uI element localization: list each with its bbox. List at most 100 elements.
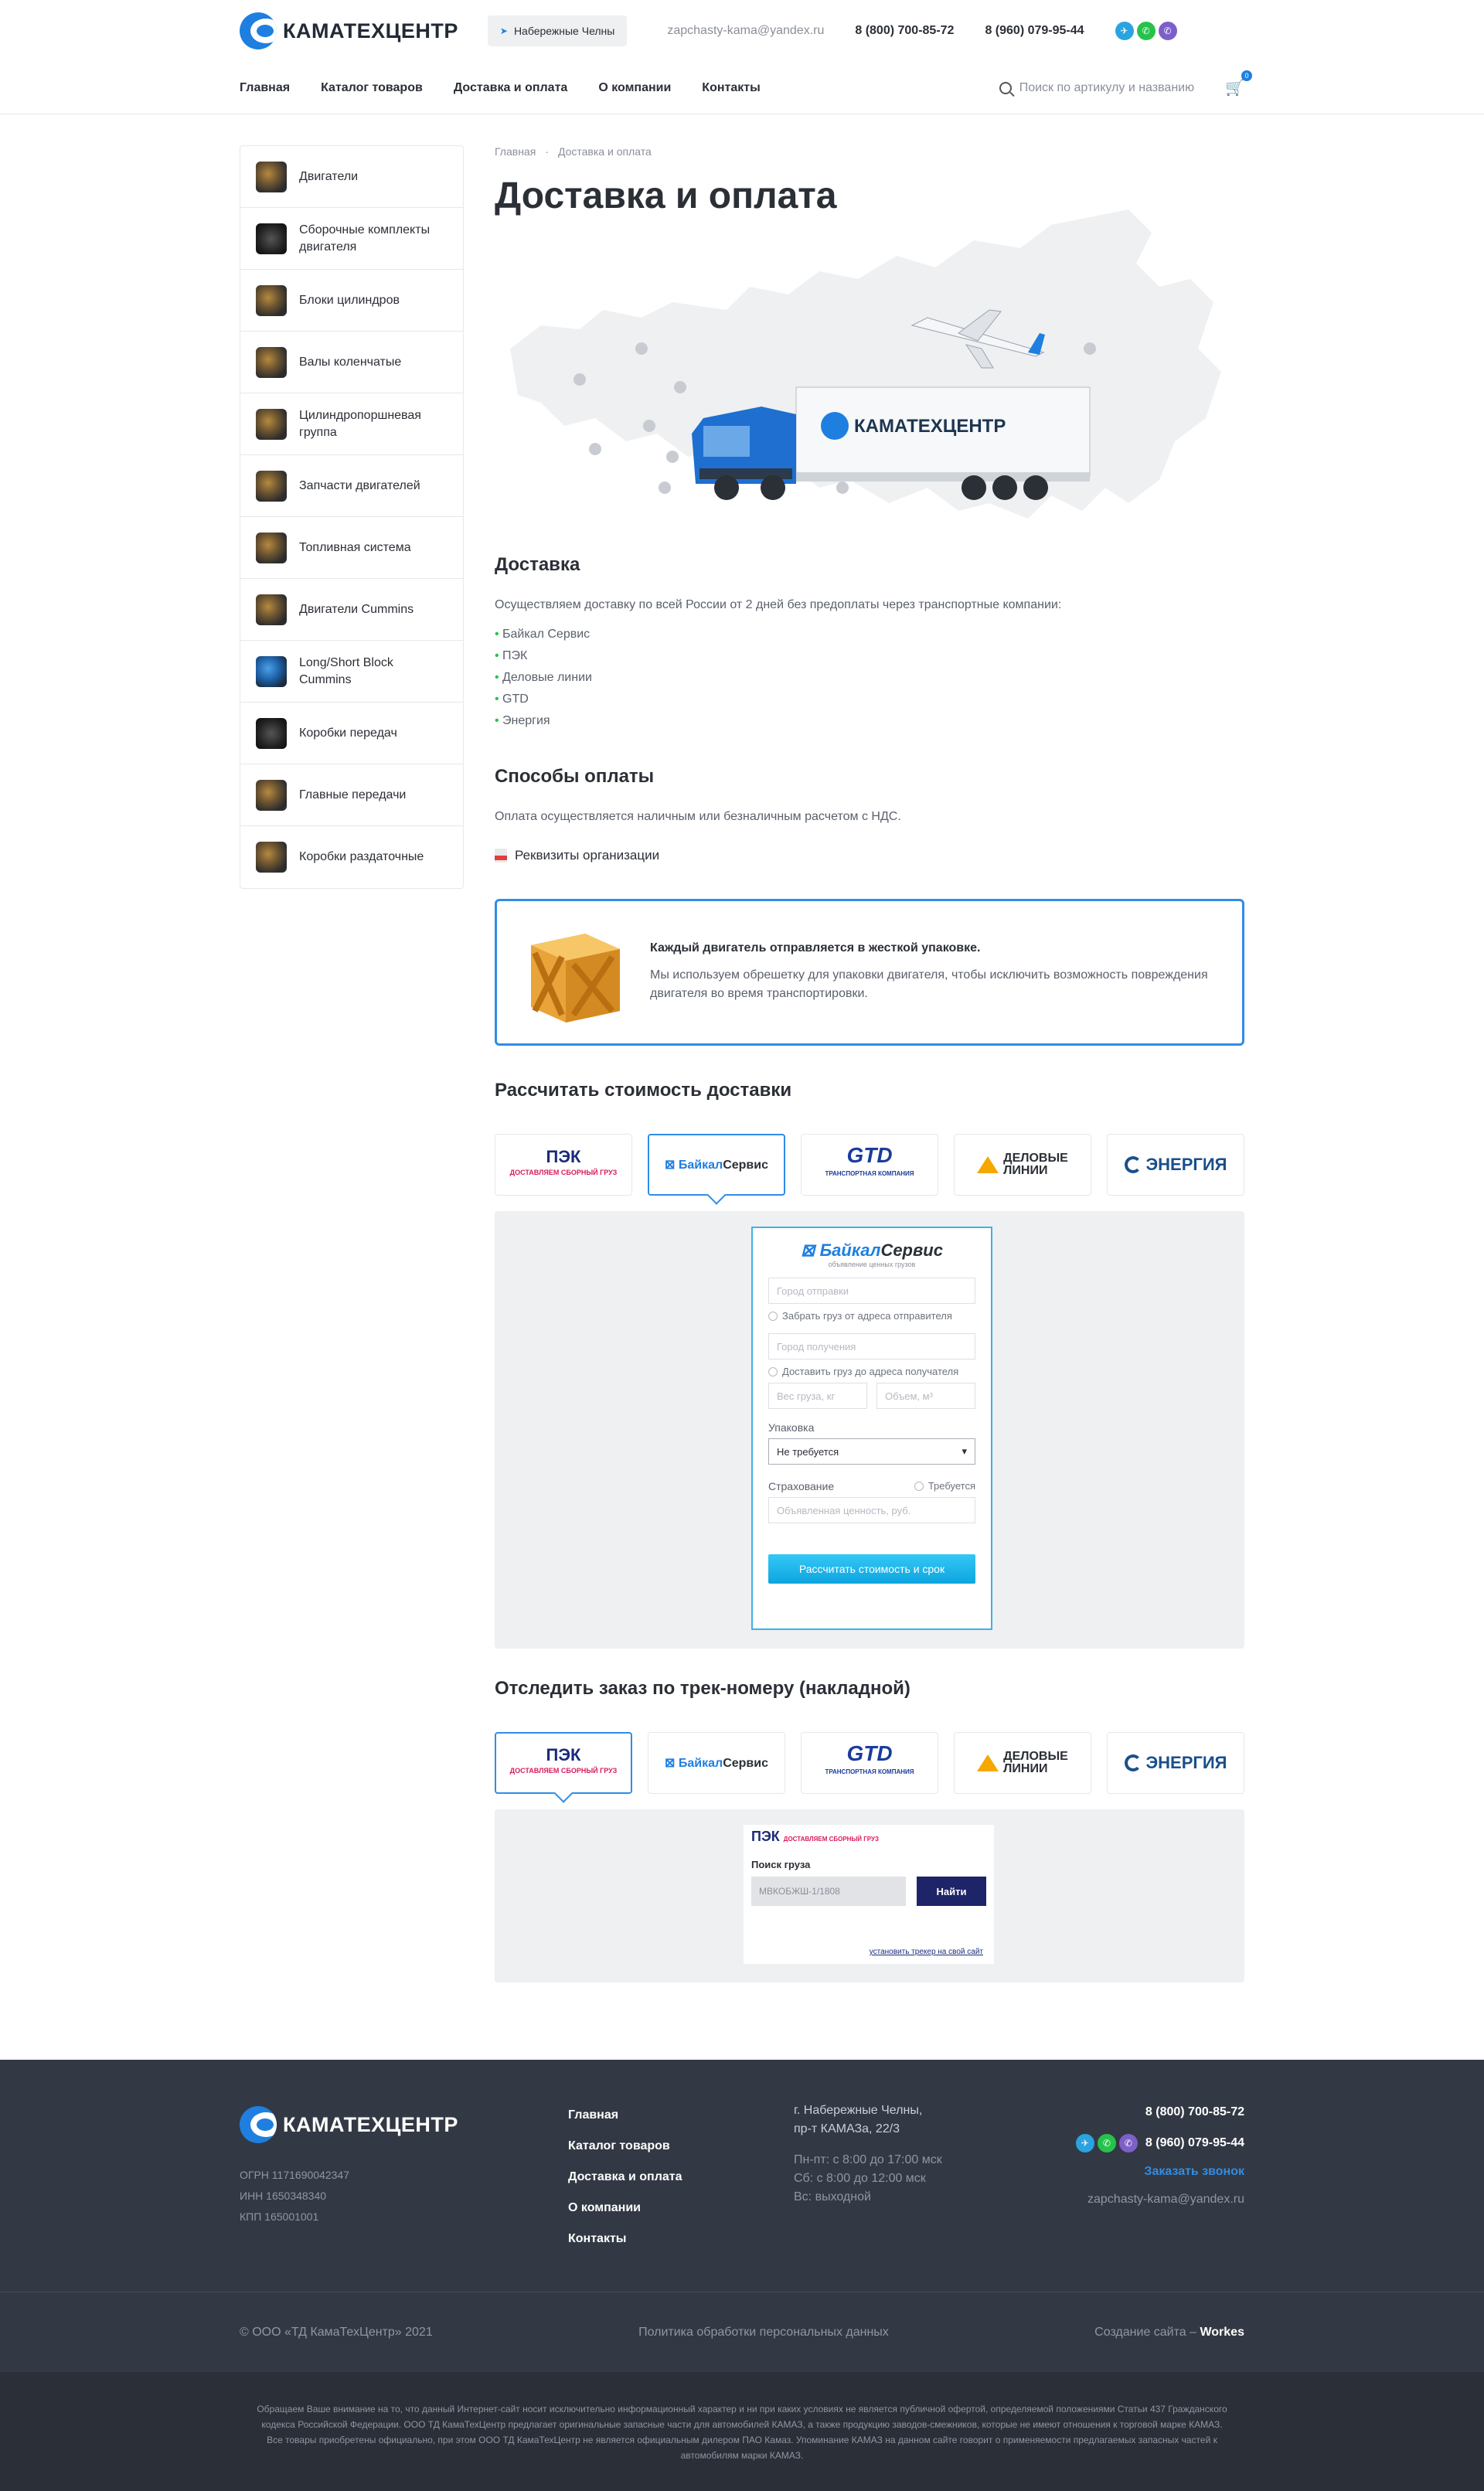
list-item: Деловые линии bbox=[495, 667, 1244, 689]
footer-phone-1[interactable]: 8 (800) 700-85-72 bbox=[1145, 2105, 1244, 2118]
viber-icon[interactable]: ✆ bbox=[1158, 22, 1177, 40]
insurance-label: Страхование bbox=[768, 1480, 835, 1492]
delovye-linii-logo: ДЕЛОВЫЕ ЛИНИИ bbox=[977, 1152, 1068, 1177]
tab-pek[interactable]: ПЭК ДОСТАВЛЯЕМ СБОРНЫЙ ГРУЗ bbox=[495, 1732, 632, 1794]
sidebar-item-gearboxes[interactable]: Коробки передач bbox=[240, 703, 463, 764]
tab-delovye-linii[interactable]: ДЕЛОВЫЕ ЛИНИИ bbox=[954, 1134, 1091, 1196]
packaging-text-block: Каждый двигатель отправляется в жесткой … bbox=[650, 941, 1224, 1003]
declared-value-input[interactable]: Объявленная ценность, руб. bbox=[768, 1497, 975, 1523]
footer-logo[interactable]: КАМАТЕХЦЕНТР bbox=[240, 2106, 568, 2143]
track-carrier-tabs: ПЭК ДОСТАВЛЯЕМ СБОРНЫЙ ГРУЗ ⊠ БайкалСерви… bbox=[495, 1732, 1244, 1794]
search-icon[interactable] bbox=[999, 81, 1012, 94]
weight-input[interactable]: Вес груза, кг bbox=[768, 1383, 867, 1409]
volume-input[interactable]: Объем, м³ bbox=[876, 1383, 975, 1409]
nav-item-catalog[interactable]: Каталог товаров bbox=[321, 81, 423, 95]
list-item: Энергия bbox=[495, 710, 1244, 732]
site-logo[interactable]: КАМАТЕХЦЕНТР bbox=[240, 12, 458, 49]
location-arrow-icon: ➤ bbox=[499, 26, 508, 36]
tab-baikal[interactable]: ⊠ БайкалСервис bbox=[648, 1134, 785, 1196]
energia-logo: ЭНЕРГИЯ bbox=[1124, 1155, 1227, 1175]
city-selector[interactable]: ➤ Набережные Челны bbox=[487, 15, 628, 46]
callback-link[interactable]: Заказать звонок bbox=[1060, 2165, 1244, 2179]
tab-delovye-linii[interactable]: ДЕЛОВЫЕ ЛИНИИ bbox=[954, 1732, 1091, 1794]
sidebar-item-final-drives[interactable]: Главные передачи bbox=[240, 764, 463, 826]
sidebar-item-engine-kits[interactable]: Сборочные комплекты двигателя bbox=[240, 208, 463, 270]
footer-phone-2[interactable]: 8 (960) 079-95-44 bbox=[1145, 2132, 1244, 2154]
sidebar-item-engines[interactable]: Двигатели bbox=[240, 146, 463, 208]
install-tracker-link[interactable]: установить трекер на свой сайт bbox=[870, 1948, 983, 1956]
sidebar-item-crankshafts[interactable]: Валы коленчатые bbox=[240, 332, 463, 393]
sidebar-item-engine-parts[interactable]: Запчасти двигателей bbox=[240, 455, 463, 517]
hours-sunday: Вс: выходной bbox=[794, 2190, 871, 2203]
made-by-link[interactable]: Workes bbox=[1200, 2326, 1244, 2339]
checkbox-icon[interactable] bbox=[768, 1367, 778, 1377]
packing-select[interactable]: Не требуется ▾ bbox=[768, 1438, 975, 1465]
cart-button[interactable]: 🛒 0 bbox=[1225, 70, 1252, 97]
footer-link-catalog[interactable]: Каталог товаров bbox=[568, 2131, 794, 2162]
checkbox-icon[interactable] bbox=[914, 1482, 924, 1491]
to-city-input[interactable]: Город получения bbox=[768, 1333, 975, 1360]
insurance-checkbox[interactable]: Требуется bbox=[914, 1479, 975, 1494]
header-phone-1[interactable]: 8 (800) 700-85-72 bbox=[855, 24, 954, 38]
track-search-row: МВКОБЖШ-1/1808 Найти bbox=[751, 1877, 986, 1906]
delivery-checkbox[interactable]: Доставить груз до адреса получателя bbox=[768, 1364, 975, 1380]
nav-item-contacts[interactable]: Контакты bbox=[702, 81, 760, 95]
sidebar-item-label: Топливная система bbox=[299, 540, 411, 554]
crate-icon bbox=[531, 934, 620, 1023]
tab-baikal[interactable]: ⊠ БайкалСервис bbox=[648, 1732, 785, 1794]
pickup-checkbox[interactable]: Забрать груз от адреса отправителя bbox=[768, 1308, 975, 1324]
sidebar-item-transfer-cases[interactable]: Коробки раздаточные bbox=[240, 826, 463, 888]
tab-pek[interactable]: ПЭК ДОСТАВЛЯЕМ СБОРНЫЙ ГРУЗ bbox=[495, 1134, 632, 1196]
nav-item-home[interactable]: Главная bbox=[240, 81, 290, 95]
requisites-link[interactable]: Реквизиты организации bbox=[495, 848, 1244, 863]
gtd-logo: GTD ТРАНСПОРТНАЯ КОМПАНИЯ bbox=[825, 1143, 914, 1178]
telegram-icon[interactable]: ✈ bbox=[1115, 22, 1134, 40]
pek-logo: ПЭК ДОСТАВЛЯЕМ СБОРНЫЙ ГРУЗ bbox=[509, 1147, 618, 1177]
requisites-label: Реквизиты организации bbox=[515, 848, 660, 863]
calculate-button[interactable]: Рассчитать стоимость и срок bbox=[768, 1554, 975, 1584]
footer-phone-row: ✈ ✆ ✆ 8 (960) 079-95-44 bbox=[1060, 2132, 1244, 2154]
sidebar-item-fuel-system[interactable]: Топливная система bbox=[240, 517, 463, 579]
nav-item-about[interactable]: О компании bbox=[598, 81, 671, 95]
tab-gtd[interactable]: GTD ТРАНСПОРТНАЯ КОМПАНИЯ bbox=[801, 1732, 938, 1794]
footer-address: г. Набережные Челны, пр-т КАМАЗа, 22/3 П… bbox=[794, 2101, 1060, 2292]
footer-nav: Главная Каталог товаров Доставка и оплат… bbox=[568, 2106, 794, 2292]
tab-energia[interactable]: ЭНЕРГИЯ bbox=[1107, 1732, 1244, 1794]
checkbox-icon[interactable] bbox=[768, 1312, 778, 1321]
find-button[interactable]: Найти bbox=[917, 1877, 986, 1906]
logo-text: КАМАТЕХЦЕНТР bbox=[283, 19, 458, 43]
whatsapp-icon[interactable]: ✆ bbox=[1097, 2134, 1116, 2152]
viber-icon[interactable]: ✆ bbox=[1118, 2134, 1138, 2152]
from-city-input[interactable]: Город отправки bbox=[768, 1278, 975, 1304]
calc-carrier-tabs: ПЭК ДОСТАВЛЯЕМ СБОРНЫЙ ГРУЗ ⊠ БайкалСерви… bbox=[495, 1134, 1244, 1196]
catalog-sidebar: Двигатели Сборочные комплекты двигателя … bbox=[240, 145, 464, 889]
tab-gtd[interactable]: GTD ТРАНСПОРТНАЯ КОМПАНИЯ bbox=[801, 1134, 938, 1196]
search-box[interactable]: Поиск по артикулу и названию bbox=[999, 81, 1194, 95]
energia-logo: ЭНЕРГИЯ bbox=[1124, 1753, 1227, 1773]
sidebar-item-cylinder-blocks[interactable]: Блоки цилиндров bbox=[240, 270, 463, 332]
footer-email[interactable]: zapchasty-kama@yandex.ru bbox=[1060, 2193, 1244, 2207]
tab-energia[interactable]: ЭНЕРГИЯ bbox=[1107, 1134, 1244, 1196]
footer-link-home[interactable]: Главная bbox=[568, 2100, 794, 2131]
privacy-link[interactable]: Политика обработки персональных данных bbox=[638, 2326, 889, 2340]
sidebar-item-cummins-engines[interactable]: Двигатели Cummins bbox=[240, 579, 463, 641]
copyright: © ООО «ТД КамаТехЦентр» 2021 bbox=[240, 2326, 433, 2339]
header-email[interactable]: zapchasty-kama@yandex.ru bbox=[667, 24, 824, 38]
search-input[interactable]: Поиск по артикулу и названию bbox=[1019, 81, 1194, 95]
breadcrumb-home[interactable]: Главная bbox=[495, 145, 536, 158]
whatsapp-icon[interactable]: ✆ bbox=[1136, 22, 1156, 40]
hours-saturday: Сб: с 8:00 до 12:00 мск bbox=[794, 2172, 926, 2185]
footer-link-delivery[interactable]: Доставка и оплата bbox=[568, 2162, 794, 2193]
sidebar-item-piston-group[interactable]: Цилиндропоршневая группа bbox=[240, 393, 463, 455]
track-number-input[interactable]: МВКОБЖШ-1/1808 bbox=[751, 1877, 906, 1906]
widget-logo: ⊠ БайкалСервис объявление ценных грузов bbox=[801, 1240, 943, 1268]
sidebar-item-cummins-blocks[interactable]: Long/Short Block Cummins bbox=[240, 641, 463, 703]
footer-link-about[interactable]: О компании bbox=[568, 2193, 794, 2224]
header-phone-2[interactable]: 8 (960) 079-95-44 bbox=[985, 24, 1084, 38]
footer-messenger-links: ✈ ✆ ✆ bbox=[1075, 2134, 1138, 2152]
packaging-notice: Каждый двигатель отправляется в жесткой … bbox=[495, 899, 1244, 1046]
footer-link-contacts[interactable]: Контакты bbox=[568, 2224, 794, 2254]
nav-item-delivery[interactable]: Доставка и оплата bbox=[454, 81, 568, 95]
telegram-icon[interactable]: ✈ bbox=[1075, 2134, 1094, 2152]
triangle-icon bbox=[977, 1156, 999, 1173]
